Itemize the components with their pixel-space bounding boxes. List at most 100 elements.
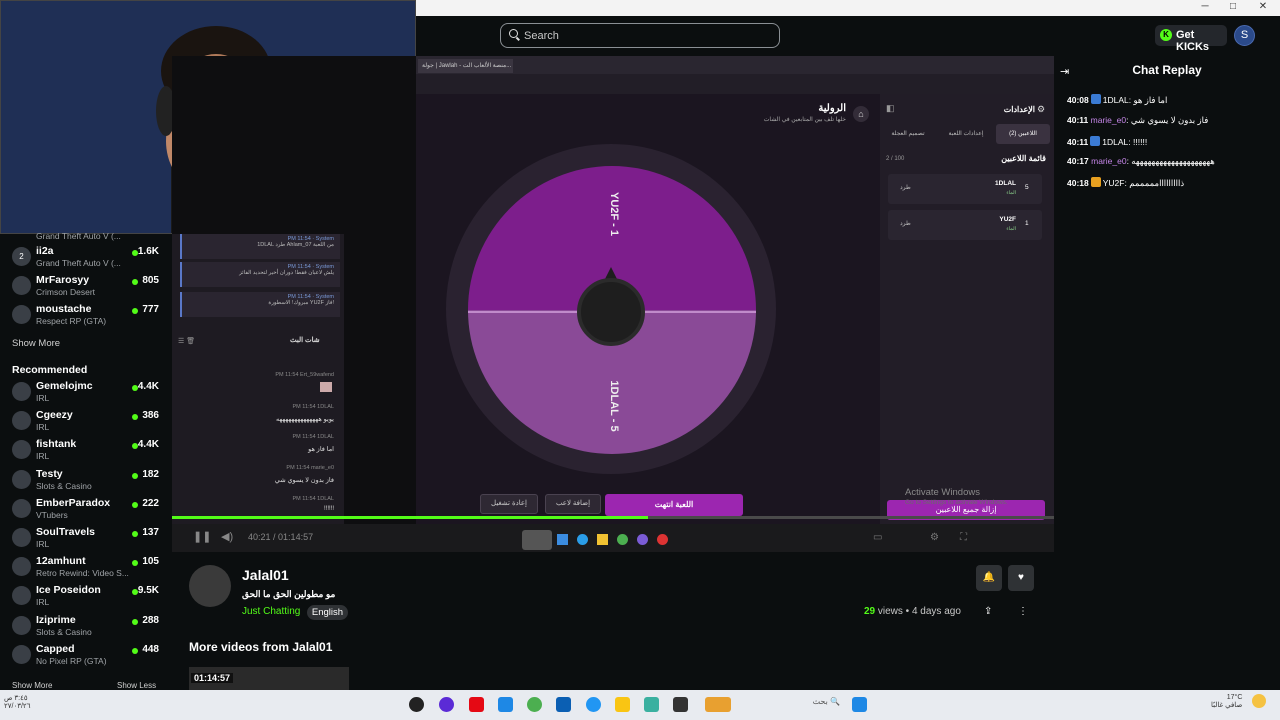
channel-name: ii2a xyxy=(36,245,54,257)
message-text: ذااااااااامممممم xyxy=(1129,178,1185,189)
channel-category: IRL xyxy=(36,393,50,403)
taskbar-search[interactable]: بحث 🔍 xyxy=(790,697,840,712)
message-time: 40:11 xyxy=(1067,136,1089,147)
game-subtitle: خلها تلف بين المتابعين في الشات xyxy=(763,117,846,123)
sidebar-recommended-channel[interactable]: Iziprime Slots & Casino 288 xyxy=(0,612,172,641)
settings-icon[interactable]: ⚙ xyxy=(930,532,939,543)
live-dot-icon xyxy=(132,560,138,567)
channel-avatar xyxy=(12,305,31,324)
inner-taskbar-icons xyxy=(522,530,672,550)
home-icon[interactable]: ⌂ xyxy=(853,106,869,122)
sidebar-channel-ii2a[interactable]: 2 ii2a Grand Theft Auto V (... 1.6K xyxy=(0,243,172,272)
player-tickets: 5 xyxy=(1025,184,1029,191)
sidebar-recommended-channel[interactable]: fishtank IRL 4.4K xyxy=(0,436,172,465)
browser-tab[interactable]: جولة | Jawlah - منصة الألعاب الت... xyxy=(418,59,513,73)
show-more-link[interactable]: Show More xyxy=(12,338,60,349)
channel-name: SoulTravels xyxy=(36,526,95,538)
channel-name[interactable]: Jalal01 xyxy=(242,567,289,583)
channel-name: Gemelojmc xyxy=(36,380,93,392)
chrome-icon[interactable] xyxy=(527,697,542,712)
chat-replay-message: 40:18 YU2F: ذااااااااامممممم xyxy=(1067,177,1185,189)
close-window-button[interactable]: ✕ xyxy=(1248,0,1278,14)
language-badge[interactable]: English xyxy=(307,605,348,620)
sidebar-channel-mrfarosyy[interactable]: MrFarosyy Crimson Desert 805 xyxy=(0,272,172,301)
show-less-link[interactable]: Show Less xyxy=(117,681,156,690)
add-player-button[interactable]: إضافة لاعب xyxy=(545,494,601,514)
app-icon[interactable] xyxy=(439,697,454,712)
game-over-button[interactable]: اللعبة انتهت xyxy=(605,494,743,516)
sidebar-recommended-channel[interactable]: EmberParadox VTubers 222 xyxy=(0,495,172,524)
sidebar-recommended-channel[interactable]: Gemelojmc IRL 4.4K xyxy=(0,378,172,407)
share-icon[interactable]: ⇪ xyxy=(984,606,992,617)
netflix-icon[interactable] xyxy=(469,697,484,712)
channel-avatar xyxy=(12,411,31,431)
fullscreen-icon[interactable]: ⛶ xyxy=(960,532,967,543)
folder-icon[interactable] xyxy=(615,697,630,712)
sidebar-recommended-channel[interactable]: Testy Slots & Casino 182 xyxy=(0,466,172,495)
obs-icon[interactable] xyxy=(409,697,424,712)
sidebar-recommended-channel[interactable]: SoulTravels IRL 137 xyxy=(0,524,172,553)
edge-icon xyxy=(577,534,588,545)
discord-icon xyxy=(637,534,648,545)
message-user[interactable]: YU2F xyxy=(1103,178,1125,188)
volume-icon[interactable]: ◀) xyxy=(221,530,233,543)
sidebar-recommended-channel[interactable]: Ice Poseidon IRL 9.5K xyxy=(0,582,172,611)
sidebar-recommended-channel[interactable]: 12amhunt Retro Rewind: Video S... 105 xyxy=(0,553,172,582)
sidebar-recommended-channel[interactable]: Capped No Pixel RP (GTA) 448 xyxy=(0,641,172,670)
terminal-icon[interactable] xyxy=(673,697,688,712)
tab-players[interactable]: اللاعبين (2) xyxy=(996,124,1050,144)
channel-avatar[interactable] xyxy=(189,565,231,607)
edge-icon[interactable] xyxy=(586,697,601,712)
viewer-count: 4.4K xyxy=(137,381,159,392)
pause-icon[interactable]: ❚❚ xyxy=(193,530,211,543)
chat-settings-icon[interactable]: ☰ 🗑 xyxy=(178,337,195,345)
wheel-hub-avatar xyxy=(577,278,645,346)
live-dot-icon xyxy=(132,279,138,285)
system-message: PM 11:54 · System مبروك! الاسطورة YU2F ف… xyxy=(180,292,340,317)
kick-button[interactable]: طرد xyxy=(900,184,911,191)
category-link[interactable]: Just Chatting xyxy=(242,606,300,617)
viewer-count: 4.4K xyxy=(137,439,159,451)
player-row: طرد 1DLAL الماء 5 xyxy=(888,174,1042,204)
channel-name: 12amhunt xyxy=(36,555,86,568)
widget-icon[interactable] xyxy=(705,697,731,712)
minimize-button[interactable]: ─ xyxy=(1190,0,1220,14)
channel-name: MrFarosyy xyxy=(36,274,90,286)
live-dot-icon xyxy=(132,618,138,625)
tab-game-settings[interactable]: إعدادات اللعبة xyxy=(937,124,995,144)
app-icon[interactable] xyxy=(644,697,659,712)
sidebar-recommended-channel[interactable]: Cgeezy IRL 386 xyxy=(0,407,172,436)
theater-mode-icon[interactable]: ▭ xyxy=(873,532,882,543)
windows-start-icon[interactable] xyxy=(852,697,867,712)
maximize-button[interactable]: □ xyxy=(1218,0,1248,14)
message-user[interactable]: marie_e0 xyxy=(1091,115,1126,125)
message-user[interactable]: 1DLAL xyxy=(1103,95,1129,105)
viewer-count: 182 xyxy=(142,468,159,480)
chat-replay-message: 40:17 marie_e0: ههههههههههههههههههههه xyxy=(1067,156,1215,167)
store-icon[interactable] xyxy=(556,697,571,712)
notification-bell-icon[interactable]: 🔔 xyxy=(976,565,1002,591)
tab-wheel-design[interactable]: تصميم العجلة xyxy=(885,124,931,144)
message-user[interactable]: marie_e0 xyxy=(1091,156,1126,166)
channel-category: IRL xyxy=(36,451,50,462)
viewer-count: 288 xyxy=(142,614,159,626)
video-title: مو مطولين الحق ما الحق xyxy=(242,589,336,599)
activate-windows-subtext: Go to Settings to activate Windows. xyxy=(905,499,1008,506)
show-more-bottom-link[interactable]: Show More xyxy=(12,681,52,690)
sidebar-channel-moustache[interactable]: moustache Respect RP (GTA) 777 xyxy=(0,301,172,330)
follow-heart-icon[interactable]: ♥ xyxy=(1008,565,1034,591)
restart-button[interactable]: إعادة تشغيل xyxy=(480,494,538,514)
weather-temp: 17°C xyxy=(1226,694,1243,701)
settings-title: الإعدادات xyxy=(1003,105,1035,114)
outlook-icon[interactable] xyxy=(498,697,513,712)
search-input[interactable]: Search xyxy=(500,23,780,48)
message-text: فاز بدون لا يسوي شي xyxy=(1130,114,1209,125)
channel-name: EmberParadox xyxy=(36,496,111,509)
viewer-count: 386 xyxy=(142,410,159,422)
browser-urlbar xyxy=(416,74,1054,94)
collapse-panel-icon[interactable]: ◧ xyxy=(886,103,895,114)
message-user[interactable]: 1DLAL xyxy=(1102,137,1128,147)
more-options-icon[interactable]: ⋮ xyxy=(1018,606,1028,617)
user-avatar[interactable]: S xyxy=(1234,25,1255,46)
kick-button[interactable]: طرد xyxy=(900,220,911,227)
